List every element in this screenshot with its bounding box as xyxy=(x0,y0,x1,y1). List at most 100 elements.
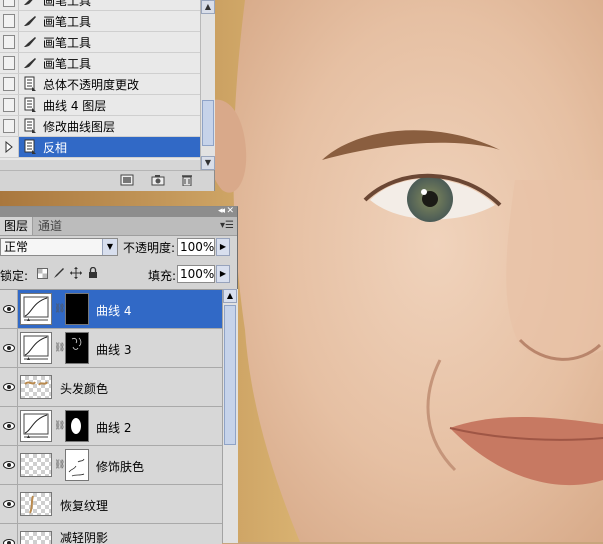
layer-mask-thumbnail[interactable] xyxy=(65,293,89,325)
new-document-from-state-icon[interactable] xyxy=(120,174,134,186)
fill-slider-arrow-icon[interactable]: ▶ xyxy=(216,265,230,283)
mask-link-icon[interactable]: ⛓ xyxy=(54,460,65,470)
lock-row: 锁定: 填充: 100% ▶ xyxy=(0,263,237,285)
visibility-eye-icon[interactable] xyxy=(0,329,18,367)
history-item-label: 曲线 4 图层 xyxy=(41,97,106,114)
lock-all-icon[interactable] xyxy=(87,266,99,280)
collapse-panel-icon[interactable]: ◂◂ xyxy=(218,206,223,216)
scroll-down-arrow-icon[interactable]: ▼ xyxy=(201,156,215,170)
lock-image-pixels-icon[interactable] xyxy=(53,266,65,280)
scroll-thumb[interactable] xyxy=(224,305,236,445)
brush-icon xyxy=(19,14,41,28)
history-item-label: 总体不透明度更改 xyxy=(41,76,139,93)
scroll-up-arrow-icon[interactable]: ▲ xyxy=(201,0,215,14)
tab-layers[interactable]: 图层 xyxy=(0,217,33,235)
tab-channels[interactable]: 通道 xyxy=(34,217,66,235)
history-item[interactable]: 画笔工具 xyxy=(0,11,200,32)
history-source-checkbox[interactable] xyxy=(0,137,19,157)
fill-input[interactable]: 100% xyxy=(177,265,215,283)
curves-adjustment-thumbnail[interactable] xyxy=(20,293,52,325)
lock-label: 锁定: xyxy=(0,267,28,284)
history-source-checkbox[interactable] xyxy=(0,95,19,115)
layer-row-curves-3[interactable]: ⛓ 曲线 3 xyxy=(0,329,222,368)
history-item[interactable]: 画笔工具 xyxy=(0,53,200,74)
blend-mode-value: 正常 xyxy=(4,240,28,254)
history-item[interactable]: 总体不透明度更改 xyxy=(0,74,200,95)
history-item[interactable]: 画笔工具 xyxy=(0,32,200,53)
layer-row-curves-4[interactable]: ⛓ 曲线 4 xyxy=(0,290,222,329)
layer-thumbnail[interactable] xyxy=(20,375,52,399)
history-item-selected[interactable]: 反相 xyxy=(0,137,200,158)
layer-thumbnail[interactable] xyxy=(20,492,52,516)
blend-row: 正常 ▼ 不透明度: 100% ▶ xyxy=(0,236,237,258)
panel-menu-icon[interactable]: ▾☰ xyxy=(220,220,234,231)
close-panel-icon[interactable]: ✕ xyxy=(226,206,234,216)
scroll-up-arrow-icon[interactable]: ▲ xyxy=(223,289,237,303)
opacity-input[interactable]: 100% xyxy=(177,238,215,256)
history-footer xyxy=(0,170,214,191)
lock-position-icon[interactable] xyxy=(70,266,82,280)
visibility-eye-icon[interactable] xyxy=(0,446,18,484)
visibility-eye-icon[interactable] xyxy=(0,290,18,328)
history-brush-source-icon xyxy=(4,141,14,153)
layer-name[interactable]: 修饰肤色 xyxy=(96,458,144,475)
opacity-slider-arrow-icon[interactable]: ▶ xyxy=(216,238,230,256)
visibility-eye-icon[interactable] xyxy=(0,407,18,445)
blend-mode-select[interactable]: 正常 ▼ xyxy=(0,238,118,256)
history-item-label: 画笔工具 xyxy=(41,13,91,30)
layer-mask-thumbnail[interactable] xyxy=(65,449,89,481)
panel-title-bar[interactable]: ◂◂ ✕ xyxy=(0,207,237,217)
opacity-label: 不透明度: xyxy=(123,239,175,256)
lock-transparent-pixels-icon[interactable] xyxy=(36,266,48,280)
layer-row-restore-texture[interactable]: 恢复纹理 xyxy=(0,485,222,524)
history-list: 画笔工具 画笔工具 画笔工具 画笔工具 xyxy=(0,0,200,160)
layers-scrollbar[interactable]: ▲ xyxy=(222,289,238,543)
layer-row-reduce-shadow[interactable]: 减轻阴影 xyxy=(0,524,222,544)
document-icon xyxy=(19,97,41,113)
brush-icon xyxy=(19,56,41,70)
history-source-checkbox[interactable] xyxy=(0,116,19,136)
layer-row-hair-color[interactable]: 头发颜色 xyxy=(0,368,222,407)
brush-icon xyxy=(19,0,41,7)
history-item-label: 画笔工具 xyxy=(41,0,91,9)
visibility-eye-icon[interactable] xyxy=(0,368,18,406)
layer-thumbnail[interactable] xyxy=(20,531,52,544)
layer-name[interactable]: 曲线 2 xyxy=(96,419,131,436)
history-scrollbar[interactable]: ▲ ▼ xyxy=(200,0,215,170)
mask-link-icon[interactable]: ⛓ xyxy=(54,343,65,353)
new-snapshot-icon[interactable] xyxy=(151,174,165,186)
history-source-checkbox[interactable] xyxy=(0,0,19,10)
curves-adjustment-thumbnail[interactable] xyxy=(20,332,52,364)
history-item[interactable]: 画笔工具 xyxy=(0,0,200,11)
brush-icon xyxy=(19,35,41,49)
mask-link-icon[interactable]: ⛓ xyxy=(54,304,65,314)
history-source-checkbox[interactable] xyxy=(0,11,19,31)
scroll-thumb[interactable] xyxy=(202,100,214,146)
layer-row-curves-2[interactable]: ⛓ 曲线 2 xyxy=(0,407,222,446)
layer-name[interactable]: 头发颜色 xyxy=(60,380,108,397)
visibility-eye-icon[interactable] xyxy=(0,524,18,544)
layer-name[interactable]: 曲线 4 xyxy=(96,302,131,319)
chevron-down-icon: ▼ xyxy=(102,239,117,255)
layer-list: ⛓ 曲线 4 ⛓ 曲线 3 头发颜色 xyxy=(0,289,222,544)
history-source-checkbox[interactable] xyxy=(0,53,19,73)
history-source-checkbox[interactable] xyxy=(0,32,19,52)
curves-adjustment-thumbnail[interactable] xyxy=(20,410,52,442)
history-item-label: 画笔工具 xyxy=(41,55,91,72)
history-item[interactable]: 曲线 4 图层 xyxy=(0,95,200,116)
mask-link-icon[interactable]: ⛓ xyxy=(54,421,65,431)
layers-panel: ◂◂ ✕ 图层 通道 ▾☰ 正常 ▼ 不透明度: 100% ▶ 锁定: xyxy=(0,206,238,543)
document-icon xyxy=(19,76,41,92)
layer-name[interactable]: 恢复纹理 xyxy=(60,497,108,514)
history-item[interactable]: 修改曲线图层 xyxy=(0,116,200,137)
layer-mask-thumbnail[interactable] xyxy=(65,332,89,364)
delete-state-icon[interactable] xyxy=(180,174,194,186)
layer-row-retouch-skin[interactable]: ⛓ 修饰肤色 xyxy=(0,446,222,485)
layer-thumbnail[interactable] xyxy=(20,453,52,477)
history-source-checkbox[interactable] xyxy=(0,74,19,94)
visibility-eye-icon[interactable] xyxy=(0,485,18,523)
layer-name[interactable]: 曲线 3 xyxy=(96,341,131,358)
history-item-label: 反相 xyxy=(41,139,67,156)
history-item-label: 画笔工具 xyxy=(41,34,91,51)
layer-mask-thumbnail[interactable] xyxy=(65,410,89,442)
